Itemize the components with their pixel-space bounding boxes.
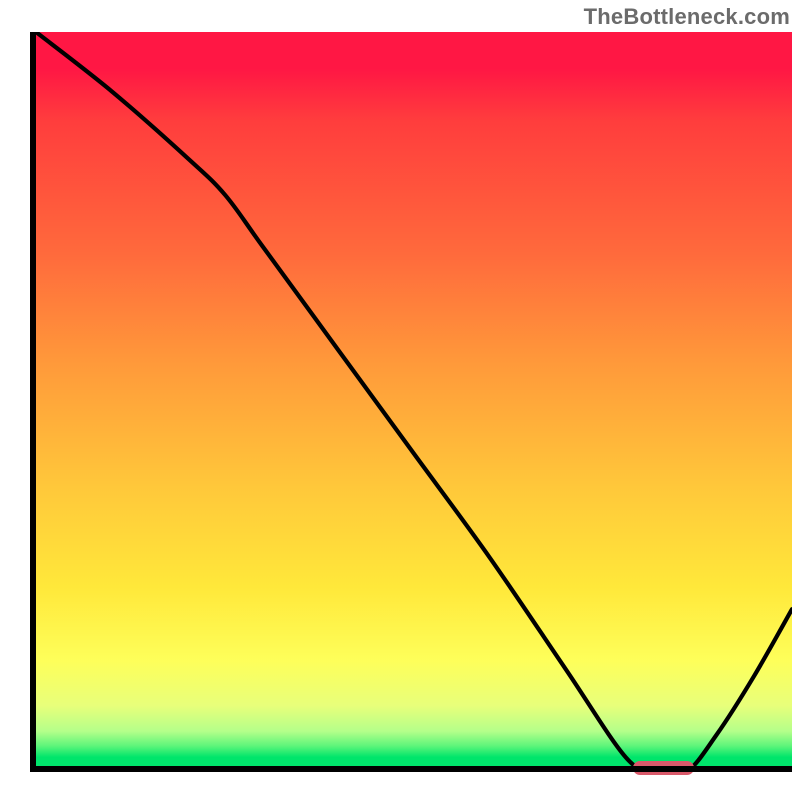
x-axis xyxy=(30,766,792,772)
curve-path xyxy=(36,32,792,772)
watermark-text: TheBottleneck.com xyxy=(584,4,790,30)
plot-area xyxy=(36,32,792,772)
chart-root: TheBottleneck.com xyxy=(0,0,800,800)
bottleneck-curve xyxy=(36,32,792,772)
y-axis xyxy=(30,32,36,772)
